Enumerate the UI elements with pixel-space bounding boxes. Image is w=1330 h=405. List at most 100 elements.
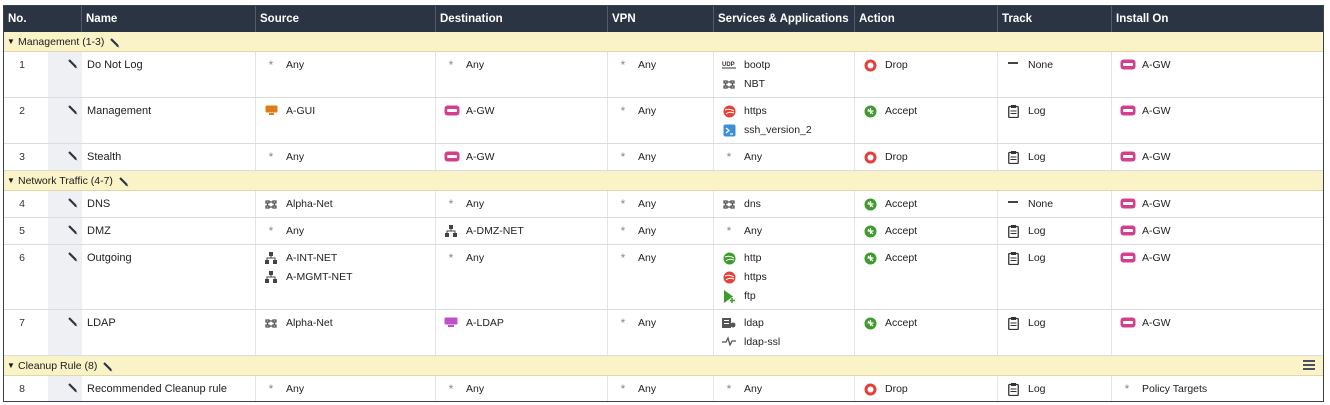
cell-track[interactable]: Log	[998, 98, 1112, 143]
install-object[interactable]: A-GW	[1112, 105, 1323, 124]
collapse-triangle-icon[interactable]: ▼	[7, 356, 15, 376]
cell-services[interactable]: https ssh_version_2	[714, 98, 855, 143]
action-value[interactable]: Drop	[855, 151, 997, 170]
hamburger-menu-icon[interactable]	[1303, 360, 1315, 371]
cell-no[interactable]: 6	[4, 245, 82, 309]
install-object[interactable]: A-GW	[1112, 198, 1323, 217]
services-object[interactable]: https	[714, 105, 854, 124]
cell-destination[interactable]: A-LDAP	[436, 310, 608, 355]
cell-source[interactable]: Alpha-Net	[256, 191, 436, 217]
destination-object[interactable]: A-GW	[436, 151, 607, 170]
cell-source[interactable]: * Any	[256, 52, 436, 97]
cell-name[interactable]: Stealth	[82, 144, 256, 170]
cell-source[interactable]: Alpha-Net	[256, 310, 436, 355]
services-object[interactable]: * Any	[714, 151, 854, 170]
action-value[interactable]: Accept	[855, 105, 997, 124]
cell-destination[interactable]: * Any	[436, 191, 608, 217]
cell-no[interactable]: 2	[4, 98, 82, 143]
cell-track[interactable]: Log	[998, 218, 1112, 244]
collapse-triangle-icon[interactable]: ▼	[7, 171, 15, 191]
action-value[interactable]: Accept	[855, 252, 997, 271]
track-value[interactable]: Log	[998, 151, 1111, 170]
col-no-header[interactable]: No.	[4, 6, 82, 32]
action-value[interactable]: Accept	[855, 198, 997, 217]
cell-install[interactable]: A-GW	[1112, 98, 1323, 143]
cell-vpn[interactable]: * Any	[608, 218, 714, 244]
cell-destination[interactable]: A-GW	[436, 98, 608, 143]
install-object[interactable]: A-GW	[1112, 59, 1323, 78]
col-vpn-header[interactable]: VPN	[608, 6, 714, 32]
cell-destination[interactable]: A-DMZ-NET	[436, 218, 608, 244]
services-object[interactable]: http	[714, 252, 854, 271]
cell-source[interactable]: * Any	[256, 376, 436, 401]
destination-object[interactable]: A-LDAP	[436, 317, 607, 336]
col-source-header[interactable]: Source	[256, 6, 436, 32]
cell-install[interactable]: A-GW	[1112, 310, 1323, 355]
track-value[interactable]: None	[998, 59, 1111, 78]
rule-row[interactable]: 8 Recommended Cleanup rule * Any * Any * Any * An…	[4, 376, 1323, 401]
cell-source[interactable]: * Any	[256, 218, 436, 244]
edit-pencil-icon[interactable]	[68, 198, 78, 208]
rule-row[interactable]: 6 Outgoing A-INT-NET A-MGMT-NET * Any * Any http…	[4, 245, 1323, 310]
destination-object[interactable]: * Any	[436, 59, 607, 78]
install-object[interactable]: A-GW	[1112, 252, 1323, 271]
col-destination-header[interactable]: Destination	[436, 6, 608, 32]
cell-no[interactable]: 8	[4, 376, 82, 401]
source-object[interactable]: Alpha-Net	[256, 317, 435, 336]
edit-pencil-icon[interactable]	[110, 35, 120, 48]
cell-destination[interactable]: * Any	[436, 245, 608, 309]
rule-name[interactable]: LDAP	[82, 317, 255, 336]
edit-pencil-icon[interactable]	[68, 59, 78, 69]
cell-no[interactable]: 4	[4, 191, 82, 217]
destination-object[interactable]: * Any	[436, 383, 607, 401]
cell-action[interactable]: Accept	[855, 310, 998, 355]
rule-row[interactable]: 2 Management A-GUI A-GW * Any https ssh_version…	[4, 98, 1323, 144]
source-object[interactable]: A-INT-NET	[256, 252, 435, 271]
destination-object[interactable]: A-DMZ-NET	[436, 225, 607, 244]
edit-pencil-icon[interactable]	[68, 317, 78, 327]
cell-install[interactable]: A-GW	[1112, 191, 1323, 217]
action-value[interactable]: Drop	[855, 59, 997, 78]
edit-pencil-icon[interactable]	[68, 252, 78, 262]
collapse-triangle-icon[interactable]: ▼	[7, 32, 15, 52]
cell-services[interactable]: http https ftp	[714, 245, 855, 309]
rule-name[interactable]: Outgoing	[82, 252, 255, 271]
cell-services[interactable]: ldap ldap-ssl	[714, 310, 855, 355]
services-object[interactable]: ssh_version_2	[714, 124, 854, 143]
cell-track[interactable]: Log	[998, 245, 1112, 309]
services-object[interactable]: https	[714, 271, 854, 290]
col-install-on-header[interactable]: Install On	[1112, 6, 1323, 32]
track-value[interactable]: Log	[998, 252, 1111, 271]
rule-name[interactable]: Do Not Log	[82, 59, 255, 78]
col-action-header[interactable]: Action	[855, 6, 998, 32]
cell-name[interactable]: Recommended Cleanup rule	[82, 376, 256, 401]
cell-vpn[interactable]: * Any	[608, 245, 714, 309]
cell-install[interactable]: A-GW	[1112, 218, 1323, 244]
cell-services[interactable]: * Any	[714, 144, 855, 170]
cell-vpn[interactable]: * Any	[608, 191, 714, 217]
destination-object[interactable]: * Any	[436, 252, 607, 271]
cell-no[interactable]: 7	[4, 310, 82, 355]
cell-name[interactable]: Outgoing	[82, 245, 256, 309]
rule-name[interactable]: Management	[82, 105, 255, 124]
edit-pencil-icon[interactable]	[119, 174, 129, 187]
install-object[interactable]: * Policy Targets	[1112, 383, 1323, 401]
track-value[interactable]: None	[998, 198, 1111, 217]
cell-source[interactable]: A-INT-NET A-MGMT-NET	[256, 245, 436, 309]
cell-vpn[interactable]: * Any	[608, 310, 714, 355]
install-object[interactable]: A-GW	[1112, 317, 1323, 336]
col-name-header[interactable]: Name	[82, 6, 256, 32]
cell-destination[interactable]: * Any	[436, 376, 608, 401]
vpn-object[interactable]: * Any	[608, 317, 713, 336]
rule-name[interactable]: DMZ	[82, 225, 255, 244]
cell-install[interactable]: A-GW	[1112, 245, 1323, 309]
cell-destination[interactable]: * Any	[436, 52, 608, 97]
services-object[interactable]: ftp	[714, 290, 854, 309]
cell-services[interactable]: UDP bootp NBT	[714, 52, 855, 97]
col-services-header[interactable]: Services & Applications	[714, 6, 855, 32]
rule-name[interactable]: Stealth	[82, 151, 255, 170]
cell-action[interactable]: Accept	[855, 191, 998, 217]
col-track-header[interactable]: Track	[998, 6, 1112, 32]
cell-track[interactable]: None	[998, 52, 1112, 97]
edit-pencil-icon[interactable]	[68, 383, 78, 393]
